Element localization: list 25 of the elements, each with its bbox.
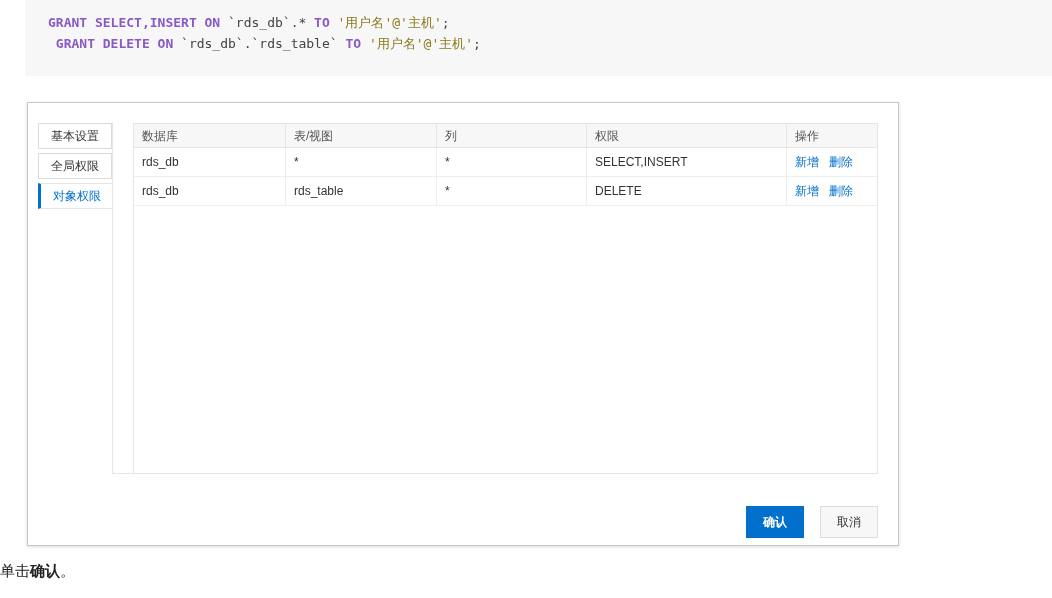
tab[interactable]: 全局权限 (38, 153, 112, 179)
column-header: 数据库 (134, 124, 286, 147)
code-line: GRANT DELETE ON `rds_db`.`rds_table` TO '用户名'@'主机'; (54, 35, 481, 53)
table-cell: * (286, 148, 437, 176)
table-cell: * (437, 148, 587, 176)
column-header: 操作 (794, 127, 820, 145)
action-link[interactable]: 新增 (795, 182, 819, 200)
table-cell: rds_db (134, 148, 286, 176)
table-cell: * (437, 177, 587, 205)
table-cell: SELECT,INSERT (587, 148, 787, 176)
column-header: 表/视图 (286, 124, 437, 147)
table-cell: rds_table (286, 177, 437, 205)
column-header: 列 (437, 124, 587, 147)
tab[interactable]: 基本设置 (38, 123, 112, 149)
column-header: 权限 (587, 124, 787, 147)
confirm-button[interactable]: 确认 (746, 506, 804, 538)
cancel-button[interactable]: 取消 (820, 506, 878, 538)
action-link[interactable]: 新增 (795, 153, 819, 171)
action-link[interactable]: 删除 (829, 182, 853, 200)
code-line: GRANT SELECT,INSERT ON `rds_db`.* TO '用户名'@'主机'; (48, 14, 450, 32)
tab[interactable]: 对象权限 (38, 183, 112, 209)
table-cell: DELETE (587, 177, 787, 205)
action-link[interactable]: 删除 (829, 153, 853, 171)
table-cell: rds_db (134, 177, 286, 205)
instruction-text: 单击确认。 (0, 561, 75, 581)
